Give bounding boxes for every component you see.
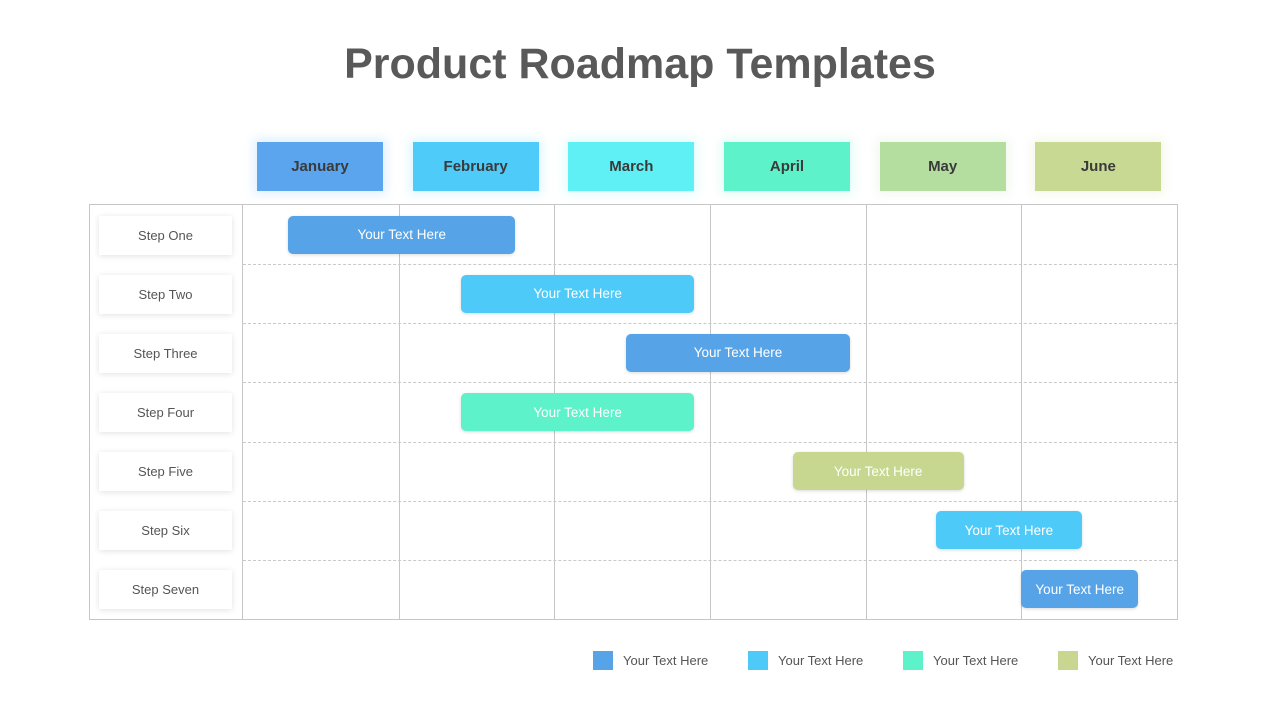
step-label: Step Two — [99, 274, 232, 314]
legend-item: Your Text Here — [903, 650, 1018, 670]
step-label: Step One — [99, 215, 232, 255]
legend-swatch — [748, 650, 768, 670]
month-header-february: February — [412, 142, 539, 191]
step-label: Step Four — [99, 393, 232, 432]
row-divider — [243, 323, 1177, 325]
month-divider — [865, 205, 867, 619]
legend-swatch — [1058, 650, 1078, 670]
row-divider — [243, 559, 1177, 561]
month-header-may: May — [879, 142, 1006, 191]
month-divider — [710, 205, 711, 619]
row-divider — [243, 441, 1177, 443]
step-label: Step Five — [99, 452, 232, 492]
month-divider — [398, 205, 400, 619]
task-bar[interactable]: Your Text Here — [460, 393, 695, 431]
roadmap-grid: Step One Step Two Step Three Step Four Step … — [89, 204, 1178, 620]
step-label: Step Three — [99, 333, 232, 373]
step-label-column: Step One Step Two Step Three Step Four Step … — [90, 205, 243, 619]
legend-label: Your Text Here — [933, 652, 1019, 668]
legend-item: Your Text Here — [593, 650, 708, 670]
step-label: Step Six — [99, 511, 232, 551]
month-header-june: June — [1035, 142, 1162, 191]
legend-label: Your Text Here — [623, 652, 709, 668]
legend-label: Your Text Here — [1088, 652, 1174, 668]
month-header-april: April — [724, 142, 850, 191]
task-bar[interactable]: Your Text Here — [1021, 570, 1139, 609]
task-bar[interactable]: Your Text Here — [625, 333, 851, 372]
month-header-january: January — [257, 142, 383, 191]
legend-item: Your Text Here — [748, 650, 863, 670]
task-bar[interactable]: Your Text Here — [935, 511, 1083, 550]
legend-swatch — [593, 650, 613, 670]
step-label: Step Seven — [99, 570, 232, 610]
page-title: Product Roadmap Templates — [344, 40, 936, 88]
row-divider — [243, 382, 1177, 384]
row-divider — [243, 264, 1177, 266]
task-bar[interactable]: Your Text Here — [288, 215, 516, 254]
timeline-area: Your Text Here Your Text Here Your Text He… — [243, 205, 1177, 619]
month-header-march: March — [568, 142, 695, 191]
month-header-row: January February March April May June — [243, 142, 1177, 191]
legend-swatch — [903, 650, 923, 670]
month-divider — [1021, 205, 1023, 619]
task-bar[interactable]: Your Text Here — [792, 452, 964, 491]
legend-label: Your Text Here — [778, 652, 864, 668]
task-bar[interactable]: Your Text Here — [460, 274, 695, 313]
row-divider — [243, 500, 1177, 502]
legend-item: Your Text Here — [1058, 650, 1173, 670]
